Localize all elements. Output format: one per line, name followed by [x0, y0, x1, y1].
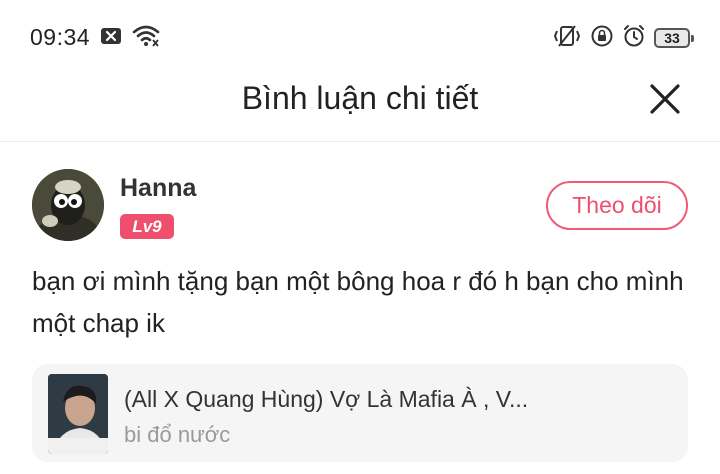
comment-text: bạn ơi mình tặng bạn một bông hoa r đó h… — [32, 266, 684, 338]
wifi-icon — [132, 24, 160, 53]
story-author: bi đổ nước — [124, 422, 231, 447]
header: Bình luận chi tiết — [0, 72, 720, 142]
close-icon — [649, 83, 681, 120]
story-thumbnail — [48, 374, 108, 454]
username[interactable]: Hanna — [120, 174, 196, 203]
status-left-icons — [100, 24, 160, 52]
close-box-icon — [100, 26, 122, 51]
story-card[interactable]: (All X Quang Hùng) Vợ Là Mafia À , V... … — [32, 364, 688, 462]
status-bar: 09:34 33 — [0, 0, 720, 72]
rotation-lock-icon — [590, 24, 614, 53]
follow-button[interactable]: Theo dõi — [546, 181, 688, 230]
level-badge: Lv9 — [120, 214, 174, 239]
story-title: (All X Quang Hùng) Vợ Là Mafia À , V... — [124, 386, 529, 412]
close-button[interactable] — [646, 82, 684, 120]
status-time: 09:34 — [30, 24, 91, 50]
vibrate-icon — [552, 24, 582, 53]
avatar[interactable] — [32, 169, 104, 241]
page-title: Bình luận chi tiết — [241, 80, 479, 116]
battery-icon: 33 — [654, 28, 694, 48]
status-right-icons: 33 — [552, 24, 694, 53]
alarm-icon — [622, 24, 646, 53]
battery-level: 33 — [664, 30, 680, 46]
